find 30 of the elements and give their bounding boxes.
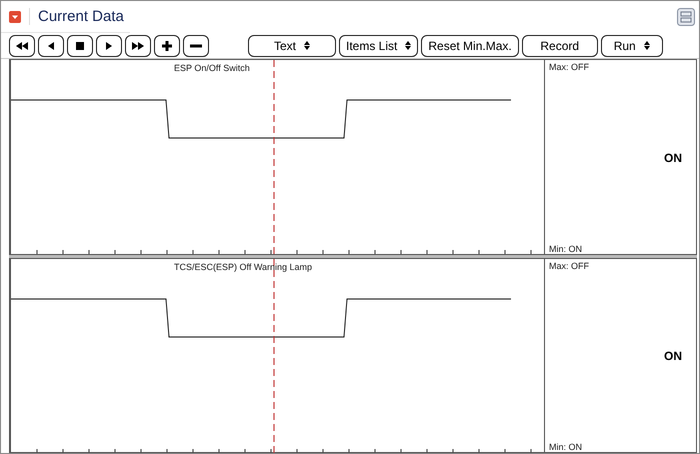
current-value: ON <box>664 349 682 364</box>
max-label: Max: OFF <box>549 62 590 72</box>
rewind-button[interactable] <box>9 34 35 56</box>
toolbar-button[interactable]: Reset Min.Max. <box>421 34 519 56</box>
back-button[interactable] <box>38 34 64 56</box>
dropdown[interactable]: Run <box>600 34 663 56</box>
updown-icon <box>405 41 412 50</box>
current-value: ON <box>664 150 682 165</box>
panel-title: Current Data <box>29 8 124 25</box>
play-button[interactable] <box>96 34 122 56</box>
fast-forward-icon <box>131 40 145 50</box>
max-label: Max: OFF <box>549 260 590 270</box>
graph-title: ESP On/Off Switch <box>174 63 250 73</box>
plus-button[interactable] <box>154 34 180 56</box>
graph-title: TCS/ESC(ESP) Off Warning Lamp <box>174 262 312 272</box>
stop-button[interactable] <box>67 34 93 56</box>
min-label: Min: ON <box>549 442 584 452</box>
layout-icon[interactable] <box>677 8 695 26</box>
updown-icon <box>644 41 650 50</box>
dropdown[interactable]: Text <box>248 34 336 56</box>
minus-button[interactable] <box>183 34 209 56</box>
updown-icon <box>304 41 310 50</box>
rewind-icon <box>15 40 29 50</box>
dropdown[interactable]: Items List <box>339 34 418 56</box>
toolbar-button[interactable]: Record <box>522 34 598 56</box>
min-label: Min: ON <box>549 244 584 254</box>
collapse-icon[interactable] <box>9 10 21 22</box>
plus-icon <box>160 40 174 50</box>
fast-forward-button[interactable] <box>125 34 151 56</box>
stop-icon <box>73 40 87 50</box>
